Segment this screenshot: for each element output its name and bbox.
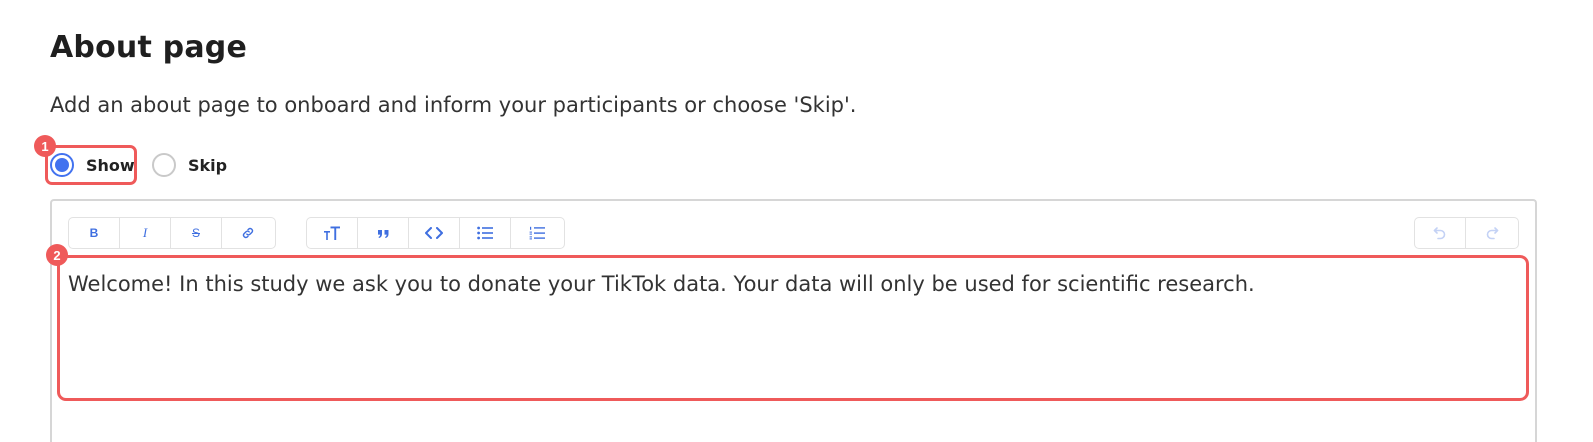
blockquote-button[interactable] (358, 218, 409, 248)
ordered-list-button[interactable] (511, 218, 562, 248)
skip-radio-label: Skip (188, 155, 228, 175)
editor-content-area[interactable]: Welcome! In this study we ask you to don… (68, 269, 1523, 299)
code-button[interactable] (409, 218, 460, 248)
italic-button[interactable]: I (120, 218, 171, 248)
bullet-list-icon (477, 226, 493, 240)
link-button[interactable] (222, 218, 273, 248)
bold-icon: B (89, 226, 99, 240)
page-description: Add an about page to onboard and inform … (50, 93, 857, 117)
redo-icon (1486, 227, 1498, 240)
visibility-radio-group: Show Skip (48, 146, 227, 184)
redo-button[interactable] (1466, 218, 1517, 248)
page-title: About page (50, 30, 247, 65)
italic-icon: I (142, 225, 148, 240)
history-toolbar-group (1414, 217, 1519, 249)
ordered-list-icon (529, 226, 545, 240)
text-size-icon (324, 226, 340, 240)
skip-radio-option[interactable]: Skip (152, 146, 227, 184)
radio-selected-dot (55, 158, 69, 172)
rich-text-editor: B I S Welcome! In this study we ask you … (50, 199, 1537, 442)
link-icon (242, 227, 253, 239)
undo-icon (1433, 227, 1446, 240)
block-toolbar-group (306, 217, 565, 249)
bullet-list-button[interactable] (460, 218, 511, 248)
heading-button[interactable] (307, 218, 358, 248)
skip-radio[interactable] (152, 153, 176, 177)
annotation-badge-1: 1 (34, 135, 56, 157)
show-radio[interactable] (50, 153, 74, 177)
show-radio-option[interactable]: Show (48, 146, 136, 184)
strikethrough-icon: S (191, 226, 200, 240)
annotation-badge-2: 2 (46, 244, 68, 266)
strikethrough-button[interactable]: S (171, 218, 222, 248)
show-radio-label: Show (86, 155, 135, 175)
undo-button[interactable] (1415, 218, 1466, 248)
bold-button[interactable]: B (69, 218, 120, 248)
code-icon (425, 227, 443, 239)
format-toolbar-group: B I S (68, 217, 276, 249)
quote-icon (377, 230, 388, 238)
